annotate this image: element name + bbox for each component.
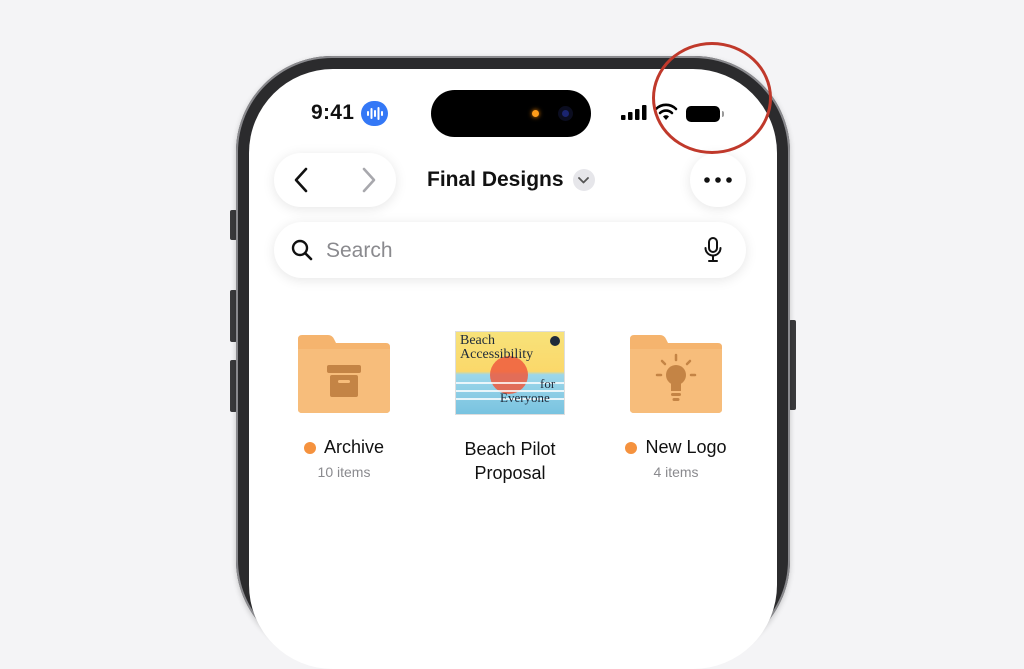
document-thumbnail: Beach Accessibility for Everyone (455, 331, 565, 415)
more-options-button[interactable] (690, 153, 746, 207)
folder-title-menu[interactable]: Final Designs (427, 168, 595, 192)
search-bar[interactable] (274, 222, 746, 280)
chevron-left-icon (294, 167, 308, 193)
phone-screen: 9:41 Final Designs Search Archive 10 ite… (249, 69, 777, 669)
chevron-down-icon (572, 169, 595, 191)
item-name-line-2: Proposal (474, 463, 546, 483)
thumbnail-text: Accessibility (460, 347, 534, 362)
search-input[interactable] (324, 222, 688, 280)
page-title: Final Designs (427, 168, 564, 191)
navigation-controls (274, 153, 396, 207)
folder-icon (298, 335, 390, 413)
front-camera-icon (558, 106, 573, 121)
item-name: New Logo (645, 437, 727, 457)
document-item-beach-pilot-proposal[interactable]: Beach Accessibility for Everyone Beach P… (435, 327, 585, 485)
microphone-icon[interactable] (704, 237, 722, 263)
power-button (789, 320, 796, 410)
chevron-right-icon (362, 167, 376, 193)
thumbnail-text: Beach (460, 333, 495, 348)
annotation-circle (652, 42, 772, 154)
forward-button[interactable] (344, 153, 394, 207)
status-time: 9:41 (311, 101, 355, 124)
item-subtitle: 4 items (653, 464, 699, 480)
back-button[interactable] (276, 153, 326, 207)
mic-indicator-icon (532, 110, 539, 117)
color-tag-dot (625, 441, 638, 454)
magnifier-icon (291, 239, 313, 261)
folder-item-archive[interactable]: Archive 10 items (269, 327, 419, 480)
item-name-line-1: Beach Pilot (464, 439, 556, 459)
archive-box-icon (327, 365, 361, 397)
color-tag-dot (303, 441, 316, 454)
logo-badge-icon (550, 336, 560, 346)
item-subtitle: 10 items (317, 464, 371, 480)
thumbnail-text: Everyone (500, 390, 550, 405)
folder-icon (630, 335, 722, 413)
ellipsis-icon (704, 177, 732, 183)
voice-waveform-icon[interactable] (361, 101, 388, 126)
cellular-signal-icon (621, 105, 647, 125)
folder-item-new-logo[interactable]: New Logo 4 items (601, 327, 751, 480)
dynamic-island (431, 90, 591, 137)
item-name: Archive (323, 437, 385, 457)
